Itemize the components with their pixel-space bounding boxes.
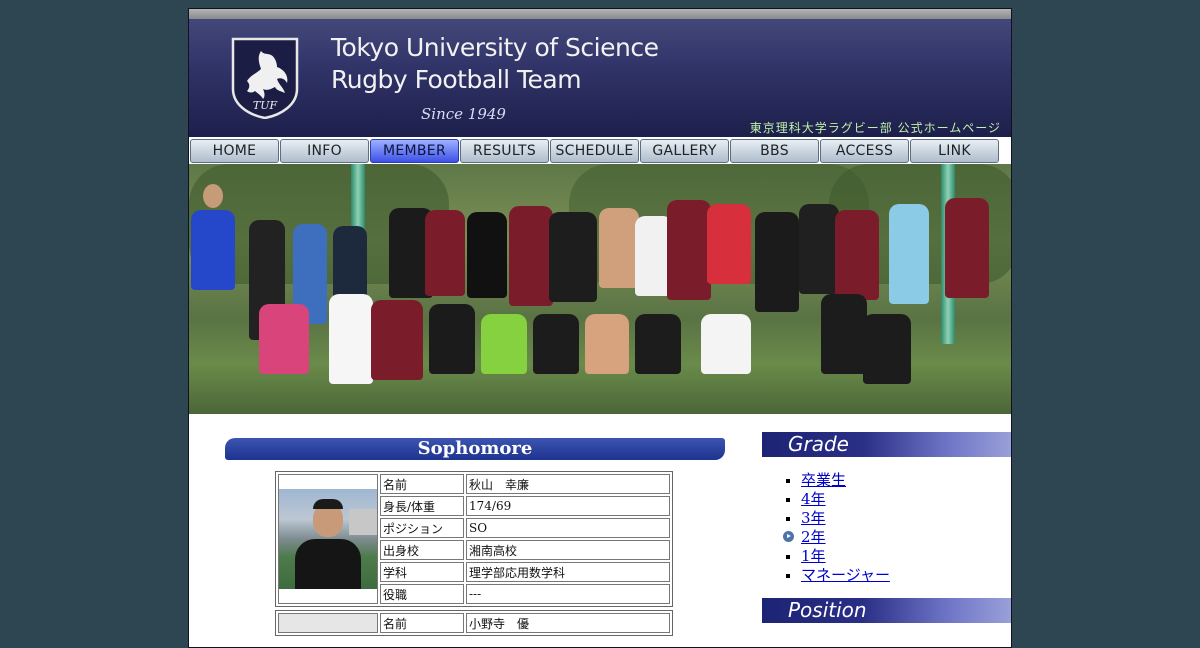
team-member-figure xyxy=(863,314,911,384)
team-member-figure xyxy=(635,314,681,374)
profile-label: ポジション xyxy=(380,518,464,538)
site-header: TUF Tokyo University of Science Rugby Fo… xyxy=(189,19,1011,137)
profile-value: 秋山 幸廉 xyxy=(466,474,670,494)
grade-item[interactable]: 卒業生 xyxy=(782,471,1011,490)
profile-value: 174/69 xyxy=(466,496,670,516)
main-nav: HOME INFO MEMBER RESULTS SCHEDULE GALLER… xyxy=(189,137,1011,164)
member-profile-table: 名前 秋山 幸廉 身長/体重 174/69 ポジション SO 出身校 湘南高校 … xyxy=(275,471,673,607)
team-member-figure xyxy=(191,210,235,290)
team-member-figure xyxy=(701,314,751,374)
nav-member[interactable]: MEMBER xyxy=(370,139,459,163)
main-content: Sophomore 名前 秋山 幸廉 身長/体重 174/69 ポジション SO… xyxy=(189,414,1011,636)
member-photo-image xyxy=(279,489,377,589)
profile-value: 小野寺 優 xyxy=(466,613,670,633)
bullet-icon xyxy=(786,479,790,483)
team-member-figure xyxy=(799,204,839,294)
grade-link[interactable]: 1年 xyxy=(801,547,826,565)
profile-value: --- xyxy=(466,584,670,604)
nav-link[interactable]: LINK xyxy=(910,139,999,163)
grade-link[interactable]: 卒業生 xyxy=(801,471,846,489)
team-member-figure xyxy=(429,304,475,374)
current-arrow-icon xyxy=(783,531,794,542)
grade-link[interactable]: 2年 xyxy=(801,528,826,546)
grade-item-current[interactable]: 2年 xyxy=(782,528,1011,547)
team-member-figure xyxy=(425,210,465,296)
profile-value: 湘南高校 xyxy=(466,540,670,560)
team-member-figure xyxy=(599,208,639,288)
nav-gallery[interactable]: GALLERY xyxy=(640,139,729,163)
team-member-figure xyxy=(509,206,553,306)
team-member-figure xyxy=(481,314,527,374)
position-heading: Position xyxy=(762,598,1011,623)
team-member-figure xyxy=(889,204,929,304)
nav-home[interactable]: HOME xyxy=(190,139,279,163)
profile-label: 出身校 xyxy=(380,540,464,560)
team-member-figure xyxy=(945,198,989,298)
profile-label: 身長/体重 xyxy=(380,496,464,516)
nav-results[interactable]: RESULTS xyxy=(460,139,549,163)
team-member-figure xyxy=(259,304,309,374)
nav-info[interactable]: INFO xyxy=(280,139,369,163)
site-title-line1: Tokyo University of Science xyxy=(331,33,659,62)
member-photo xyxy=(278,474,378,604)
svg-text:TUF: TUF xyxy=(253,99,278,112)
grade-link[interactable]: 3年 xyxy=(801,509,826,527)
profile-label: 名前 xyxy=(380,613,464,633)
team-member-figure xyxy=(755,212,799,312)
grade-list: 卒業生 4年 3年 2年 1年 マネージャー xyxy=(762,471,1011,585)
team-member-figure xyxy=(329,294,373,384)
bullet-icon xyxy=(786,498,790,502)
japanese-subtitle: 東京理科大学ラグビー部 公式ホームページ xyxy=(749,121,1001,135)
grade-heading: Grade xyxy=(762,432,1011,457)
bullet-icon xyxy=(786,555,790,559)
team-member-figure xyxy=(467,212,507,298)
team-member-figure xyxy=(371,300,423,380)
team-member-figure xyxy=(821,294,867,374)
profile-value: 理学部応用数学科 xyxy=(466,562,670,582)
bullet-icon xyxy=(786,517,790,521)
profile-label: 学科 xyxy=(380,562,464,582)
team-logo-icon[interactable]: TUF xyxy=(227,35,303,120)
top-bar xyxy=(189,9,1011,19)
team-member-figure xyxy=(533,314,579,374)
grade-item[interactable]: 1年 xyxy=(782,547,1011,566)
nav-access[interactable]: ACCESS xyxy=(820,139,909,163)
profile-label: 役職 xyxy=(380,584,464,604)
team-member-figure xyxy=(585,314,629,374)
member-profile-table: 名前 小野寺 優 xyxy=(275,610,673,636)
team-member-figure xyxy=(707,204,751,284)
profile-label: 名前 xyxy=(380,474,464,494)
team-photo-banner xyxy=(189,164,1011,414)
grade-link[interactable]: マネージャー xyxy=(801,566,890,584)
member-photo xyxy=(278,613,378,633)
nav-schedule[interactable]: SCHEDULE xyxy=(550,139,639,163)
page-container: TUF Tokyo University of Science Rugby Fo… xyxy=(188,8,1012,648)
team-member-figure xyxy=(667,200,711,300)
grade-item[interactable]: 4年 xyxy=(782,490,1011,509)
grade-item[interactable]: 3年 xyxy=(782,509,1011,528)
profile-value: SO xyxy=(466,518,670,538)
grade-link[interactable]: 4年 xyxy=(801,490,826,508)
team-member-head xyxy=(203,184,223,208)
team-member-figure xyxy=(549,212,597,302)
grade-item[interactable]: マネージャー xyxy=(782,566,1011,585)
team-member-figure xyxy=(835,210,879,300)
sidebar: Grade 卒業生 4年 3年 2年 1年 マネージャー Position xyxy=(762,432,1011,623)
site-title-line2: Rugby Football Team xyxy=(331,65,582,94)
bullet-icon xyxy=(786,574,790,578)
since-label: Since 1949 xyxy=(421,105,506,123)
nav-bbs[interactable]: BBS xyxy=(730,139,819,163)
section-title-bar: Sophomore xyxy=(225,438,725,460)
